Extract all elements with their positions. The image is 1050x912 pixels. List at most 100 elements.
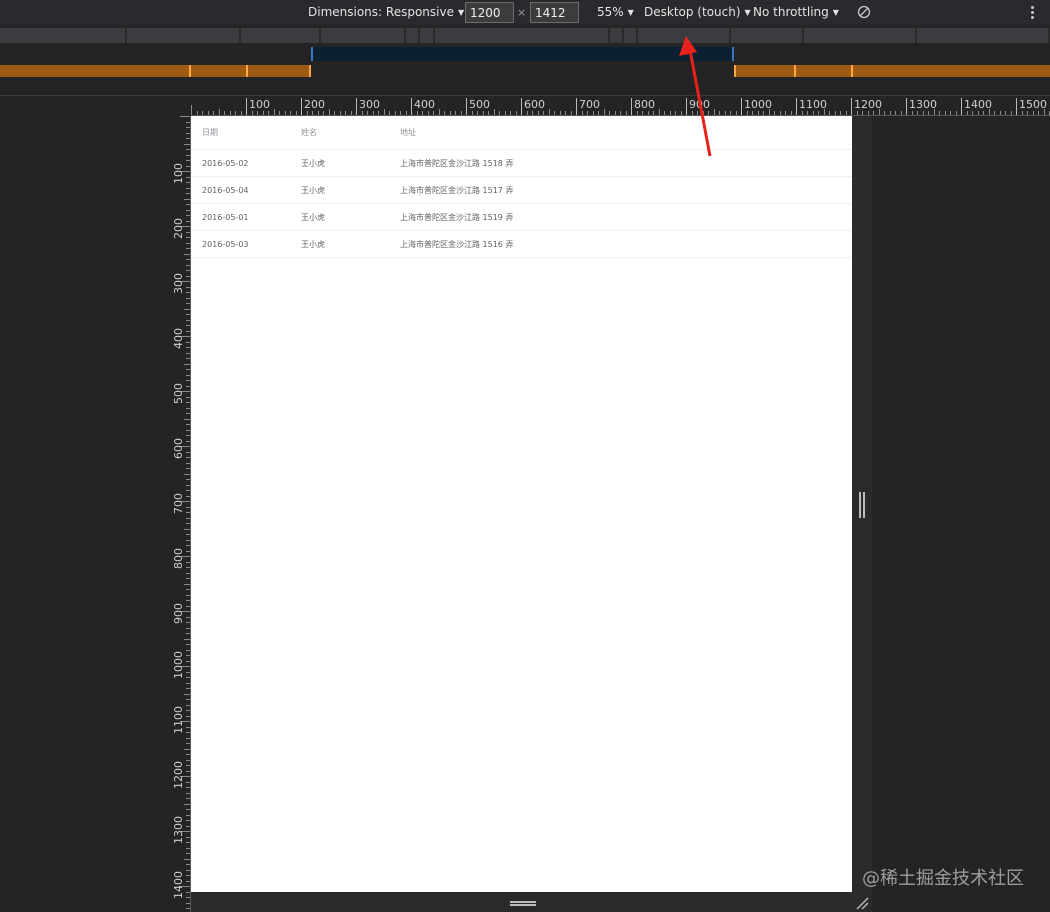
ruler-tick	[184, 693, 190, 695]
ruler-tick	[186, 836, 190, 838]
ruler-tick	[834, 111, 836, 115]
ruler-tick	[186, 616, 190, 618]
media-query-segment[interactable]	[731, 28, 804, 43]
ruler-tick	[1005, 111, 1006, 115]
ruler-label: 200	[172, 218, 185, 239]
cell-date: 2016-05-03	[202, 239, 249, 249]
ruler-tick	[186, 820, 190, 821]
ruler-tick	[405, 111, 407, 115]
ruler-tick	[559, 111, 561, 115]
ruler-tick	[186, 644, 190, 645]
viewport-resize-handle-right[interactable]	[852, 116, 872, 892]
watermark: @稀土掘金技术社区	[862, 868, 1024, 889]
ruler-tick	[186, 215, 190, 216]
ruler-tick	[658, 109, 660, 115]
chevron-down-icon: ▼	[832, 8, 839, 17]
media-query-segment[interactable]	[420, 28, 435, 43]
ruler-tick	[186, 517, 190, 519]
ruler-tick	[284, 111, 286, 115]
device-type-label: Desktop (touch)	[644, 5, 741, 19]
media-query-segment[interactable]	[406, 28, 420, 43]
ruler-label: 300	[172, 273, 185, 294]
media-query-range-segment[interactable]	[311, 47, 734, 61]
media-query-breakpoint-marker	[851, 65, 853, 77]
ruler-tick	[186, 193, 190, 194]
ruler-tick	[202, 111, 203, 115]
table-row[interactable]: 2016-05-01 王小虎 上海市普陀区金沙江路 1519 弄	[191, 204, 852, 231]
ruler-label: 1400	[961, 98, 992, 115]
ruler-tick	[186, 688, 190, 689]
ruler-tick	[186, 413, 190, 414]
ruler-tick	[186, 402, 190, 403]
dimensions-dropdown[interactable]: Dimensions: Responsive ▼	[308, 5, 464, 20]
throttling-dropdown[interactable]: No throttling ▼	[753, 5, 839, 20]
ruler-tick	[186, 468, 190, 469]
media-query-bar-max-width	[0, 28, 1050, 43]
resize-corner-icon[interactable]	[855, 896, 869, 910]
cell-address: 上海市普陀区金沙江路 1517 弄	[400, 185, 514, 195]
chevron-down-icon: ▼	[744, 8, 751, 17]
ruler-tick	[186, 622, 190, 623]
media-query-segment[interactable]	[624, 28, 638, 43]
media-query-segment[interactable]	[917, 28, 1050, 43]
media-query-segment[interactable]	[321, 28, 406, 43]
ruler-tick	[186, 754, 190, 755]
ruler-tick	[186, 655, 190, 656]
ruler-tick	[186, 440, 190, 442]
dimensions-label: Dimensions: Responsive	[308, 5, 454, 19]
ruler-tick	[184, 198, 190, 200]
ruler-tick	[186, 682, 190, 684]
ruler-tick	[186, 787, 190, 788]
ruler-tick	[186, 891, 190, 893]
ruler-label: 400	[411, 98, 435, 115]
media-query-min-width-segment[interactable]	[0, 65, 310, 77]
media-query-segment[interactable]	[0, 28, 127, 43]
width-input[interactable]	[465, 2, 514, 23]
viewport-resize-handle-bottom[interactable]	[191, 892, 872, 912]
ruler-tick	[186, 407, 190, 409]
ruler-label: 300	[356, 98, 380, 115]
media-query-segment[interactable]	[610, 28, 624, 43]
device-type-dropdown[interactable]: Desktop (touch) ▼	[644, 5, 751, 20]
ruler-tick	[184, 363, 190, 365]
media-query-min-width-segment[interactable]	[734, 65, 1050, 77]
ruler-tick	[184, 638, 190, 640]
more-options-icon[interactable]	[1028, 5, 1036, 21]
ruler-tick	[186, 627, 190, 629]
ruler-tick	[184, 803, 190, 805]
ruler-tick	[196, 111, 198, 115]
ruler-tick	[186, 567, 190, 568]
ruler-tick	[186, 231, 190, 233]
media-query-segment[interactable]	[804, 28, 917, 43]
ruler-tick	[186, 671, 190, 673]
height-input[interactable]	[530, 2, 579, 23]
ruler-tick	[186, 523, 190, 524]
device-viewport: 日期 姓名 地址 2016-05-02 王小虎 上海市普陀区金沙江路 1518 …	[191, 116, 852, 892]
ruler-label: 800	[172, 548, 185, 569]
ruler-tick	[438, 109, 440, 115]
ruler-tick	[186, 897, 190, 898]
ruler-tick	[186, 842, 190, 843]
rotate-icon[interactable]	[857, 5, 871, 19]
ruler-tick	[186, 484, 190, 486]
ruler-tick	[186, 286, 190, 288]
media-query-segment[interactable]	[435, 28, 610, 43]
ruler-tick	[186, 341, 190, 343]
ruler-tick	[889, 111, 891, 115]
table-row[interactable]: 2016-05-03 王小虎 上海市普陀区金沙江路 1516 弄	[191, 231, 852, 258]
media-query-segment[interactable]	[241, 28, 321, 43]
ruler-tick	[186, 429, 190, 431]
table-row[interactable]: 2016-05-04 王小虎 上海市普陀区金沙江路 1517 弄	[191, 177, 852, 204]
ruler-tick	[186, 154, 190, 156]
ruler-tick	[186, 743, 190, 744]
ruler-tick	[186, 380, 190, 381]
ruler-tick	[383, 109, 385, 115]
table-row[interactable]: 2016-05-02 王小虎 上海市普陀区金沙江路 1518 弄	[191, 150, 852, 177]
resize-grip-icon	[510, 901, 536, 906]
zoom-dropdown[interactable]: 55% ▼	[597, 5, 634, 20]
media-query-segment[interactable]	[127, 28, 241, 43]
ruler-tick	[224, 111, 225, 115]
ruler-tick	[186, 677, 190, 678]
annotation-arrow-icon	[679, 36, 712, 157]
ruler-tick	[186, 160, 190, 161]
